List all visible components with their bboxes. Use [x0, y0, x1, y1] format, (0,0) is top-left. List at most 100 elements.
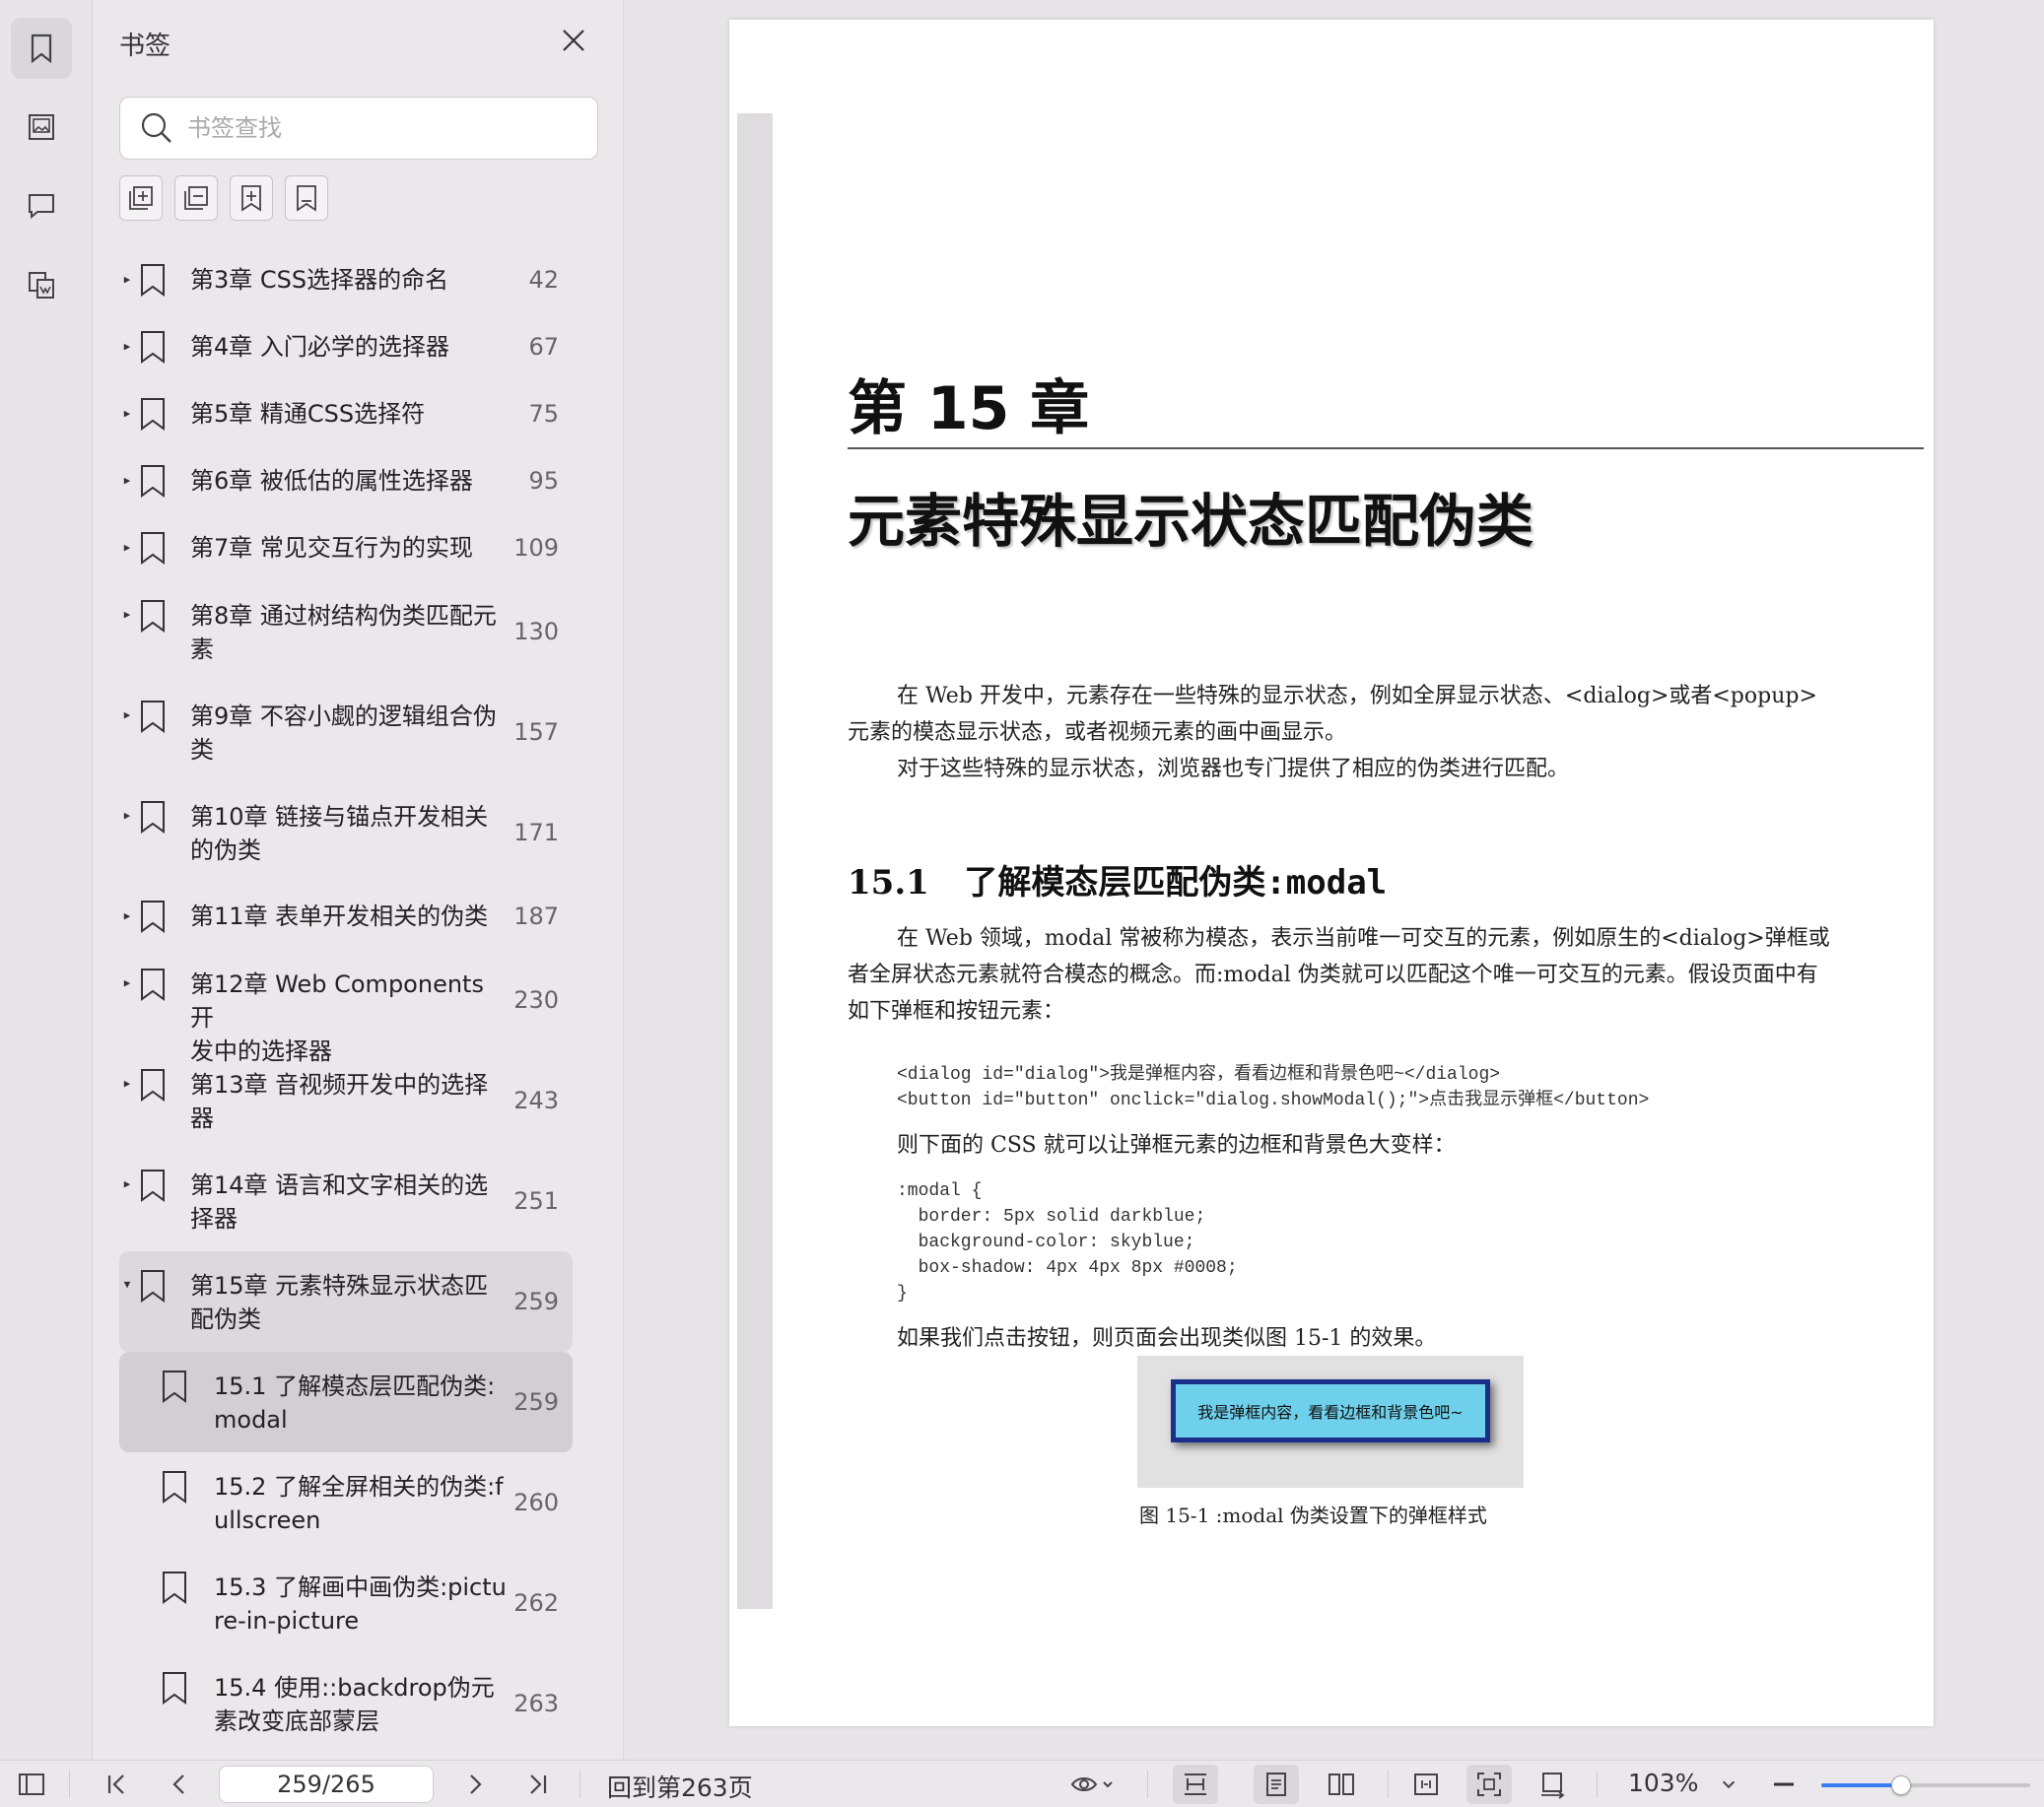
view-mode-dropdown[interactable] — [1062, 1761, 1122, 1807]
expand-all-button[interactable] — [119, 175, 163, 221]
toolbar-divider — [69, 1771, 70, 1798]
first-page-button[interactable] — [99, 1761, 134, 1807]
chevron-right-icon — [470, 1774, 482, 1794]
document-viewer: 第 15 章 元素特殊显示状态匹配伪类 在 Web 开发中，元素存在一些特殊的显… — [625, 0, 2044, 1760]
goto-page-link[interactable]: 回到第263页 — [607, 1769, 753, 1804]
section-paragraph-1-text: 在 Web 领域，modal 常被称为模态，表示当前唯一可交互的元素，例如原生的… — [848, 926, 1830, 1024]
bookmark-subitem[interactable]: 15.2 了解全屏相关的伪类:f ullscreen 260 — [119, 1452, 573, 1553]
close-icon — [563, 30, 584, 51]
bookmark-label: 第3章 CSS选择器的命名 — [190, 266, 449, 294]
two-page-button[interactable] — [1319, 1761, 1364, 1807]
collapsed-arrow-icon[interactable]: ▸ — [119, 976, 135, 991]
single-page-button[interactable] — [1254, 1765, 1299, 1804]
collapsed-arrow-icon[interactable]: ▸ — [119, 407, 135, 422]
collapsed-arrow-icon[interactable]: ▸ — [119, 1177, 135, 1192]
minus-icon — [1774, 1782, 1794, 1786]
bookmark-item[interactable]: ▸ 第14章 语言和文字相关的选 择器 251 — [119, 1151, 573, 1251]
bookmark-item[interactable]: ▸ 第5章 精通CSS选择符 75 — [119, 380, 573, 447]
zoom-slider-handle[interactable] — [1890, 1775, 1911, 1795]
collapsed-arrow-icon[interactable]: ▸ — [119, 909, 135, 924]
thumbnail-icon — [29, 114, 54, 140]
bookmark-subitem[interactable]: 15.4 使用::backdrop伪元 素改变底部蒙层 263 — [119, 1653, 573, 1754]
page-edge-strip — [737, 113, 773, 1609]
bookmark-label: 第10章 链接与锚点开发相关 的伪类 — [190, 803, 489, 864]
bookmark-icon — [141, 398, 165, 431]
bookmark-item[interactable]: ▸ 第3章 CSS选择器的命名 42 — [119, 246, 573, 313]
collapsed-arrow-icon[interactable]: ▸ — [119, 809, 135, 824]
bookmark-subitem[interactable]: 15.1 了解模态层匹配伪类: modal 259 — [119, 1352, 573, 1452]
page-number-input[interactable] — [219, 1766, 434, 1803]
bookmark-item[interactable]: ▾ 第15章 元素特殊显示状态匹 配伪类 259 — [119, 1251, 573, 1352]
bookmark-page-number: 67 — [528, 333, 559, 361]
bookmark-item[interactable]: ▸ 第9章 不容小觑的逻辑组合伪 类 157 — [119, 682, 573, 782]
collapsed-arrow-icon[interactable]: ▸ — [119, 1077, 135, 1092]
bookmark-label: 第5章 精通CSS选择符 — [190, 400, 426, 428]
bookmark-item[interactable]: ▸ 第6章 被低估的属性选择器 95 — [119, 447, 573, 514]
bookmark-item[interactable]: ▸ 第11章 表单开发相关的伪类 187 — [119, 883, 573, 950]
next-page-button[interactable] — [457, 1761, 493, 1807]
toolbar-divider — [579, 1771, 580, 1798]
continuous-scroll-button[interactable] — [1173, 1765, 1218, 1804]
figure-caption: 图 15-1 :modal 伪类设置下的弹框样式 — [1139, 1504, 1487, 1527]
toolbar-divider — [1388, 1771, 1389, 1798]
expanded-arrow-icon[interactable]: ▾ — [119, 1278, 135, 1293]
section-paragraph-3-text: 如果我们点击按钮，则页面会出现类似图 15-1 的效果。 — [897, 1326, 1437, 1351]
fit-page-button[interactable] — [1466, 1765, 1512, 1804]
collapsed-arrow-icon[interactable]: ▸ — [119, 541, 135, 556]
comment-panel-button[interactable] — [11, 175, 72, 236]
bookmark-item[interactable]: ▸ 第8章 通过树结构伪类匹配元 素 130 — [119, 581, 573, 682]
collapsed-arrow-icon[interactable]: ▸ — [119, 273, 135, 288]
rotate-button[interactable] — [1530, 1761, 1575, 1807]
panel-title: 书签 — [119, 32, 171, 61]
extract-panel-button[interactable] — [11, 254, 72, 315]
intro-paragraph-1-text: 在 Web 开发中，元素存在一些特殊的显示状态，例如全屏显示状态、<dialog… — [848, 684, 1817, 745]
bookmark-icon — [141, 801, 165, 834]
bookmark-label: 第14章 语言和文字相关的选 择器 — [190, 1171, 489, 1233]
previous-page-button[interactable] — [162, 1761, 197, 1807]
bookmark-item[interactable]: ▸ 第4章 入门必学的选择器 67 — [119, 313, 573, 380]
bookmark-item[interactable]: ▸ 第13章 音视频开发中的选择 器 243 — [119, 1050, 573, 1151]
bookmark-search-input[interactable] — [187, 114, 562, 142]
bookmark-subitem[interactable]: 15.3 了解画中画伪类:pictu re-in-picture 262 — [119, 1553, 573, 1653]
add-bookmark-button[interactable] — [230, 175, 273, 221]
chevron-left-icon — [172, 1774, 184, 1794]
bookmark-page-number: 75 — [528, 400, 559, 428]
section-number: 15.1 — [848, 863, 929, 903]
toolbar-divider — [1597, 1771, 1598, 1798]
bookmark-page-number: 259 — [513, 1288, 559, 1315]
fit-width-icon — [1414, 1774, 1438, 1795]
bookmark-item[interactable]: ▸ 第10章 链接与锚点开发相关 的伪类 171 — [119, 782, 573, 883]
bookmark-label: 15.2 了解全屏相关的伪类:f ullscreen — [214, 1473, 504, 1534]
collapsed-arrow-icon[interactable]: ▸ — [119, 340, 135, 355]
close-panel-button[interactable] — [559, 26, 588, 55]
left-icon-rail — [0, 0, 93, 1760]
zoom-slider[interactable] — [1821, 1775, 2030, 1795]
intro-paragraph-2: 对于这些特殊的显示状态，浏览器也专门提供了相应的伪类进行匹配。 — [848, 751, 1833, 787]
bookmark-page-number: 260 — [513, 1489, 559, 1516]
fit-width-button[interactable] — [1403, 1761, 1449, 1807]
bookmark-toolbar — [119, 175, 328, 221]
chapter-number: 第 15 章 — [848, 374, 1090, 443]
thumbnail-panel-button[interactable] — [11, 97, 72, 158]
zoom-out-button[interactable] — [1766, 1761, 1802, 1807]
bookmark-outline-button[interactable] — [285, 175, 328, 221]
collapsed-arrow-icon[interactable]: ▸ — [119, 608, 135, 623]
two-page-icon — [1329, 1774, 1354, 1795]
zoom-dropdown-button[interactable] — [1715, 1761, 1742, 1807]
collapse-all-icon — [184, 186, 208, 210]
bookmark-panel-button[interactable] — [11, 18, 72, 79]
document-page: 第 15 章 元素特殊显示状态匹配伪类 在 Web 开发中，元素存在一些特殊的显… — [729, 20, 1934, 1726]
figure-15-1: 我是弹框内容，看看边框和背景色吧~ — [1137, 1356, 1524, 1488]
bookmark-page-number: 230 — [513, 986, 559, 1014]
collapsed-arrow-icon[interactable]: ▸ — [119, 708, 135, 723]
bookmark-page-number: 263 — [513, 1690, 559, 1717]
continuous-scroll-icon — [1185, 1774, 1206, 1795]
bookmark-item[interactable]: ▸ 第7章 常见交互行为的实现 109 — [119, 514, 573, 581]
bookmark-item[interactable]: ▸ 第12章 Web Components开 发中的选择器 230 — [119, 950, 573, 1065]
intro-paragraph-2-text: 对于这些特殊的显示状态，浏览器也专门提供了相应的伪类进行匹配。 — [897, 757, 1570, 781]
collapsed-arrow-icon[interactable]: ▸ — [119, 474, 135, 489]
collapse-all-button[interactable] — [174, 175, 218, 221]
toggle-sidebar-button[interactable] — [12, 1761, 51, 1807]
last-page-button[interactable] — [520, 1761, 556, 1807]
bookmark-page-number: 157 — [513, 718, 559, 746]
